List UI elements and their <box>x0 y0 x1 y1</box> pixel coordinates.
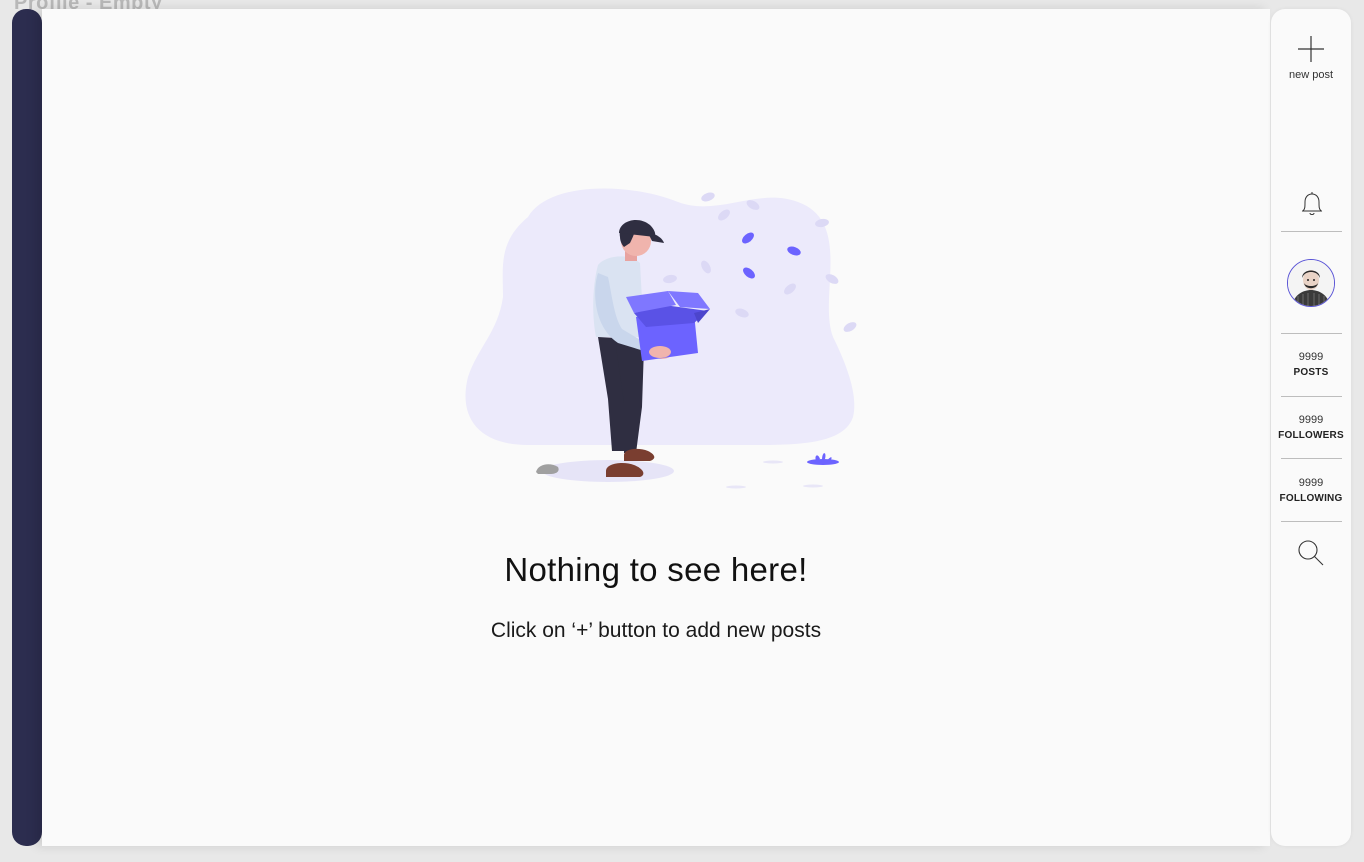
divider <box>1281 396 1342 397</box>
divider <box>1281 333 1342 334</box>
stat-value: 9999 <box>1298 414 1324 426</box>
plant <box>807 453 839 465</box>
empty-state-title: Nothing to see here! <box>504 551 808 588</box>
empty-state-subtitle: Click on ‘+’ button to add new posts <box>490 619 822 642</box>
search-icon[interactable] <box>1297 539 1325 567</box>
main-panel: Nothing to see here! Click on ‘+’ button… <box>42 9 1270 846</box>
plus-icon <box>1298 36 1324 62</box>
stat-label: FOLLOWERS <box>1278 430 1344 441</box>
stat-posts[interactable]: 9999 POSTS <box>1271 351 1351 378</box>
divider <box>1281 231 1342 232</box>
stat-label: POSTS <box>1293 367 1329 378</box>
empty-box-illustration <box>465 188 857 489</box>
stat-value: 9999 <box>1298 477 1324 489</box>
right-sidebar: new post 9999 POSTS 9999 FOLLOWERS 9999 … <box>1271 9 1351 846</box>
stat-label: FOLLOWING <box>1279 493 1343 504</box>
new-post-button[interactable]: new post <box>1271 35 1351 81</box>
avatar[interactable] <box>1287 259 1335 307</box>
rock <box>536 464 559 474</box>
bell-icon[interactable] <box>1299 191 1325 219</box>
left-rail <box>12 9 42 846</box>
new-post-label: new post <box>1288 69 1334 81</box>
divider <box>1281 458 1342 459</box>
profile-photo <box>1288 260 1334 306</box>
stat-value: 9999 <box>1298 351 1324 363</box>
stat-followers[interactable]: 9999 FOLLOWERS <box>1271 414 1351 441</box>
stat-following[interactable]: 9999 FOLLOWING <box>1271 477 1351 504</box>
divider <box>1281 521 1342 522</box>
